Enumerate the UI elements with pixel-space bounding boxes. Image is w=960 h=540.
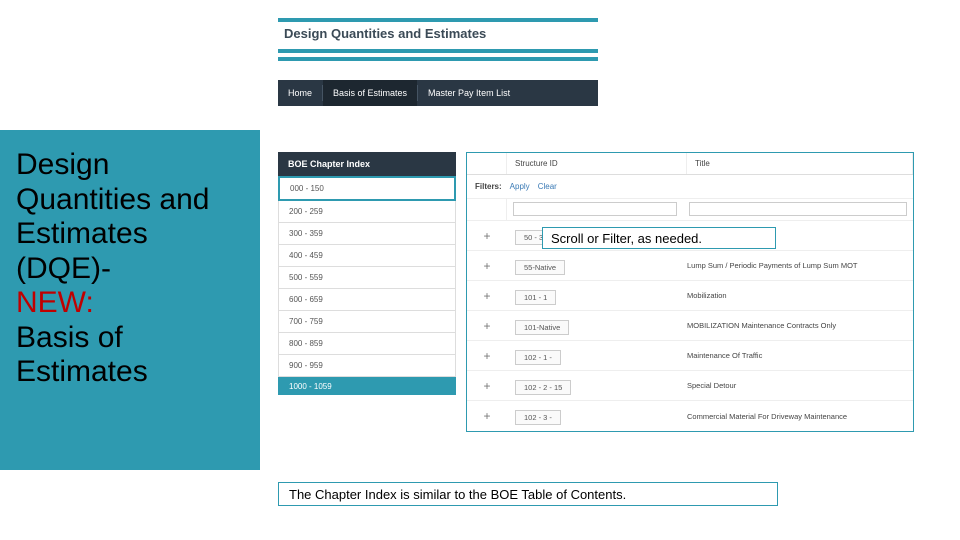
col-expand — [467, 153, 507, 174]
table-row: + 102 - 3 - Commercial Material For Driv… — [467, 401, 913, 431]
nav-master-pay-item-list[interactable]: Master Pay Item List — [418, 80, 520, 106]
filters-apply-link[interactable]: Apply — [510, 182, 530, 191]
chapter-item[interactable]: 400 - 459 — [278, 245, 456, 267]
row-title: Lump Sum / Periodic Payments of Lump Sum… — [687, 261, 913, 270]
chapter-item[interactable]: 1000 - 1059 — [278, 377, 456, 395]
filters-clear-link[interactable]: Clear — [538, 182, 557, 191]
app-title: Design Quantities and Estimates — [278, 22, 598, 49]
app-header: Design Quantities and Estimates — [278, 18, 598, 61]
filter-inputs — [467, 199, 913, 221]
nav-basis-of-estimates[interactable]: Basis of Estimates — [323, 80, 417, 106]
row-title: Maintenance Of Traffic — [687, 351, 913, 360]
nav-bar: Home Basis of Estimates Master Pay Item … — [278, 80, 598, 106]
filter-title-input[interactable] — [689, 202, 907, 216]
table-row: + 55-Native Lump Sum / Periodic Payments… — [467, 251, 913, 281]
expand-icon[interactable]: + — [467, 410, 507, 422]
expand-icon[interactable]: + — [467, 380, 507, 392]
callout-scroll-filter: Scroll or Filter, as needed. — [542, 227, 776, 249]
chapter-item[interactable]: 900 - 959 — [278, 355, 456, 377]
row-title: Special Detour — [687, 381, 913, 390]
structure-id-chip[interactable]: 102 - 1 - — [515, 350, 561, 365]
structure-id-chip[interactable]: 55-Native — [515, 260, 565, 275]
row-title: Mobilization — [687, 291, 913, 300]
row-title: MOBILIZATION Maintenance Contracts Only — [687, 321, 913, 330]
table-row: + 101-Native MOBILIZATION Maintenance Co… — [467, 311, 913, 341]
grid-header: Structure ID Title — [467, 153, 913, 175]
col-title[interactable]: Title — [687, 153, 913, 174]
title-part-1: Design Quantities and Estimates (DQE)- — [16, 148, 209, 285]
chapter-item[interactable]: 300 - 359 — [278, 223, 456, 245]
nav-home[interactable]: Home — [278, 80, 322, 106]
structure-id-chip[interactable]: 101-Native — [515, 320, 569, 335]
chapter-index-panel: BOE Chapter Index 000 - 150 200 - 259 30… — [278, 152, 456, 395]
header-bar-top — [278, 18, 598, 22]
filter-expand-spacer — [467, 199, 507, 220]
title-new: NEW: — [16, 286, 94, 319]
chapter-item[interactable]: 000 - 150 — [278, 176, 456, 201]
expand-icon[interactable]: + — [467, 230, 507, 242]
items-grid: Structure ID Title Filters: Apply Clear … — [466, 152, 914, 432]
row-title: Commercial Material For Driveway Mainten… — [687, 412, 913, 421]
header-bars-bottom — [278, 49, 598, 61]
filter-structure-id-input[interactable] — [513, 202, 677, 216]
structure-id-chip[interactable]: 101 - 1 — [515, 290, 556, 305]
expand-icon[interactable]: + — [467, 260, 507, 272]
chapter-item[interactable]: 200 - 259 — [278, 201, 456, 223]
chapter-item[interactable]: 500 - 559 — [278, 267, 456, 289]
chapter-item[interactable]: 800 - 859 — [278, 333, 456, 355]
filters-row: Filters: Apply Clear — [467, 175, 913, 199]
callout-chapter-index: The Chapter Index is similar to the BOE … — [278, 482, 778, 506]
title-part-2: Basis of Estimates — [16, 321, 148, 389]
filters-label: Filters: — [467, 182, 510, 191]
structure-id-chip[interactable]: 102 - 2 - 15 — [515, 380, 571, 395]
expand-icon[interactable]: + — [467, 320, 507, 332]
table-row: + 102 - 2 - 15 Special Detour — [467, 371, 913, 401]
structure-id-chip[interactable]: 102 - 3 - — [515, 410, 561, 425]
slide-title-panel: Design Quantities and Estimates (DQE)- N… — [0, 130, 260, 470]
col-structure-id[interactable]: Structure ID — [507, 153, 687, 174]
table-row: + 102 - 1 - Maintenance Of Traffic — [467, 341, 913, 371]
chapter-item[interactable]: 700 - 759 — [278, 311, 456, 333]
expand-icon[interactable]: + — [467, 350, 507, 362]
table-row: + 101 - 1 Mobilization — [467, 281, 913, 311]
chapter-index-header: BOE Chapter Index — [278, 152, 456, 176]
expand-icon[interactable]: + — [467, 290, 507, 302]
slide-title: Design Quantities and Estimates (DQE)- N… — [16, 148, 244, 390]
chapter-item[interactable]: 600 - 659 — [278, 289, 456, 311]
